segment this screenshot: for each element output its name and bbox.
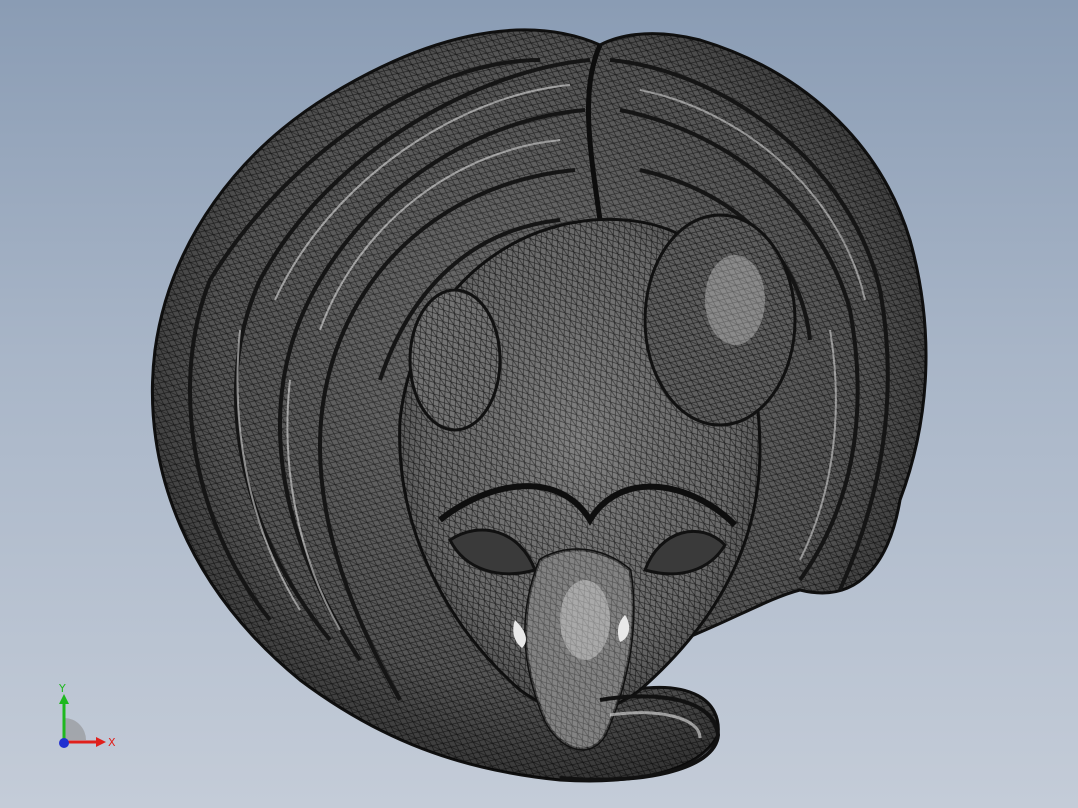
y-axis-label: Y — [58, 682, 66, 695]
graphics-viewport[interactable]: Y X — [0, 0, 1078, 808]
model-left-eye-bulge — [408, 288, 502, 432]
coordinate-triad: Y X — [58, 682, 116, 749]
z-axis-dot-icon — [59, 738, 69, 748]
y-axis-arrow-icon — [59, 694, 69, 704]
x-axis-arrow-icon — [96, 737, 106, 747]
3d-model[interactable] — [0, 0, 1078, 808]
x-axis-label: X — [108, 736, 116, 749]
